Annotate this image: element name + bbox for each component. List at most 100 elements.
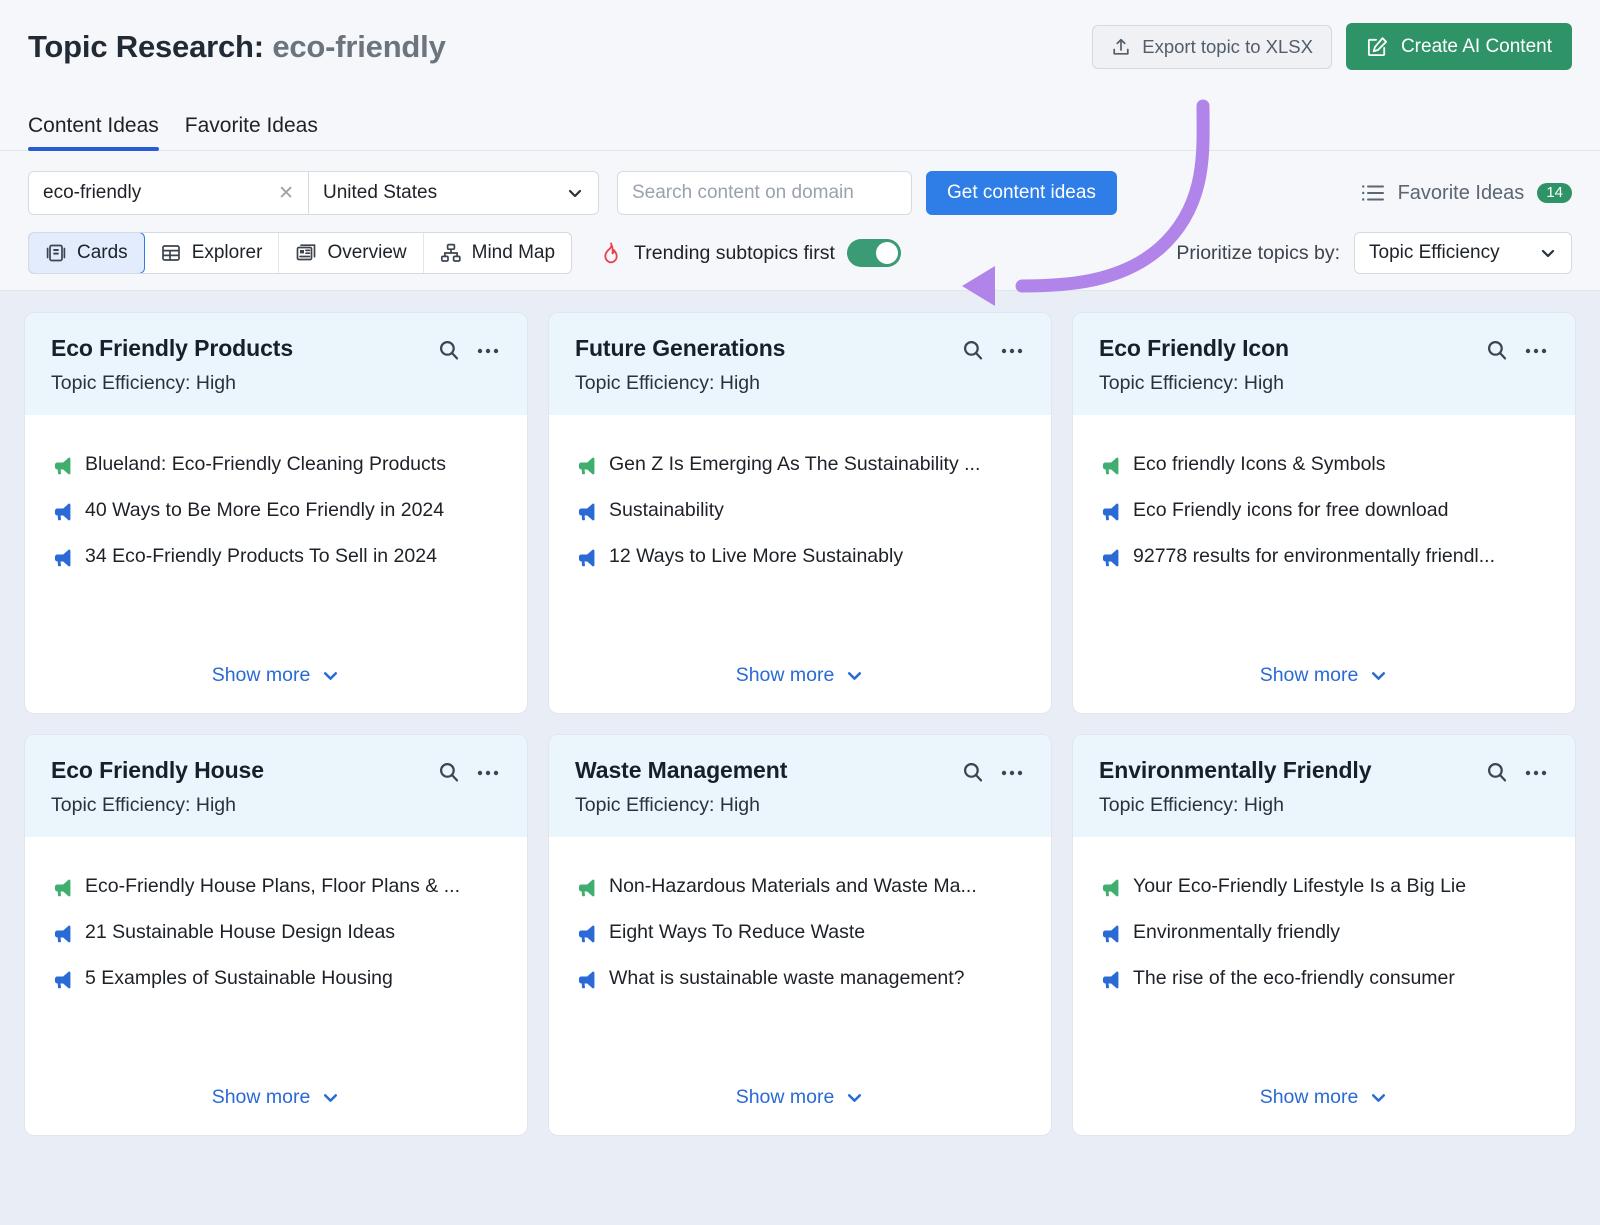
idea-text: Eight Ways To Reduce Waste [609,921,866,943]
chevron-down-icon [566,184,584,202]
topic-efficiency-label: Topic Efficiency: High [1099,794,1284,816]
view-mode-overview[interactable]: Overview [279,233,424,273]
show-more-button[interactable]: Show more [1099,1086,1549,1109]
view-mode-switch: Cards Explorer Overview Mind Map [28,232,573,274]
megaphone-icon [1099,453,1120,476]
search-icon[interactable] [961,338,985,362]
trending-subtopics-toggle[interactable] [846,239,901,267]
tab-content-ideas-label: Content Ideas [28,114,159,137]
show-more-button[interactable]: Show more [51,1086,501,1109]
search-icon[interactable] [1485,760,1509,784]
idea-item[interactable]: 92778 results for environmentally friend… [1099,545,1549,568]
more-options-icon[interactable] [1523,338,1549,362]
idea-text: Eco-Friendly House Plans, Floor Plans & … [85,875,460,897]
show-more-label: Show more [735,664,835,686]
idea-item[interactable]: Environmentally friendly [1099,921,1549,944]
topic-card-title: Eco Friendly Icon [1099,335,1290,361]
content-area: Eco Friendly Products Topic Efficiency: … [0,291,1600,1225]
cards-icon [45,242,67,264]
keyword-input[interactable]: eco-friendly ✕ [29,172,309,214]
idea-item[interactable]: 12 Ways to Live More Sustainably [575,545,1025,568]
idea-item[interactable]: Gen Z Is Emerging As The Sustainability … [575,453,1025,476]
idea-item[interactable]: Eco Friendly icons for free download [1099,499,1549,522]
idea-item[interactable]: 5 Examples of Sustainable Housing [51,967,501,990]
tab-favorite-ideas[interactable]: Favorite Ideas [185,114,318,150]
more-options-icon[interactable] [999,338,1025,362]
topic-card-header: Future Generations Topic Efficiency: Hig… [549,313,1051,415]
megaphone-icon [1099,545,1120,568]
idea-item[interactable]: 21 Sustainable House Design Ideas [51,921,501,944]
tab-content-ideas[interactable]: Content Ideas [28,114,159,151]
create-ai-content-button[interactable]: Create AI Content [1345,23,1572,70]
page-title-prefix: Topic Research: [28,28,264,64]
chevron-down-icon [845,1088,864,1107]
more-options-icon[interactable] [475,760,501,784]
idea-text: 34 Eco-Friendly Products To Sell in 2024 [85,545,437,567]
keyword-country-group: eco-friendly ✕ United States [28,171,599,215]
chevron-down-icon [1539,244,1557,262]
search-icon[interactable] [1485,338,1509,362]
view-mode-mind-map[interactable]: Mind Map [424,233,571,273]
topic-card-header-top: Future Generations [575,335,1025,362]
search-icon[interactable] [437,760,461,784]
show-more-button[interactable]: Show more [1099,664,1549,687]
topic-efficiency-label: Topic Efficiency: High [51,794,236,816]
topic-card-actions [961,335,1025,362]
more-options-icon[interactable] [1523,760,1549,784]
prioritize-select[interactable]: Topic Efficiency [1354,232,1572,274]
clear-icon[interactable]: ✕ [270,182,294,205]
country-select[interactable]: United States [309,172,598,214]
topic-card-header-top: Waste Management [575,757,1025,784]
favorite-ideas-link[interactable]: Favorite Ideas 14 [1361,182,1572,205]
idea-text: Blueland: Eco-Friendly Cleaning Products [85,453,446,475]
topic-card-header-top: Eco Friendly House [51,757,501,784]
get-content-ideas-button[interactable]: Get content ideas [926,171,1117,215]
view-mode-explorer[interactable]: Explorer [144,233,280,273]
domain-search-input[interactable]: Search content on domain [617,171,912,215]
idea-item[interactable]: Sustainability [575,499,1025,522]
show-more-button[interactable]: Show more [51,664,501,687]
idea-item[interactable]: Blueland: Eco-Friendly Cleaning Products [51,453,501,476]
idea-text: Non-Hazardous Materials and Waste Ma... [609,875,977,897]
idea-item[interactable]: What is sustainable waste management? [575,967,1025,990]
page-title: Topic Research: eco-friendly [28,29,446,65]
favorite-ideas-label: Favorite Ideas [1397,181,1525,204]
export-topic-button[interactable]: Export topic to XLSX [1092,24,1332,69]
list-icon [1361,183,1385,203]
idea-text: What is sustainable waste management? [609,967,965,989]
idea-text: Gen Z Is Emerging As The Sustainability … [609,453,981,475]
header-actions: Export topic to XLSX Create AI Content [1092,23,1572,70]
idea-item[interactable]: 40 Ways to Be More Eco Friendly in 2024 [51,499,501,522]
more-options-icon[interactable] [475,338,501,362]
chevron-down-icon [321,1088,340,1107]
idea-item[interactable]: Non-Hazardous Materials and Waste Ma... [575,875,1025,898]
top-header: Topic Research: eco-friendly Export topi… [0,0,1600,93]
more-options-icon[interactable] [999,760,1025,784]
megaphone-icon [51,545,72,568]
idea-item[interactable]: Your Eco-Friendly Lifestyle Is a Big Lie [1099,875,1549,898]
idea-item[interactable]: Eight Ways To Reduce Waste [575,921,1025,944]
megaphone-icon [1099,499,1120,522]
show-more-button[interactable]: Show more [575,664,1025,687]
flame-icon [600,241,622,265]
topic-card-title: Future Generations [575,335,786,361]
idea-item[interactable]: The rise of the eco-friendly consumer [1099,967,1549,990]
search-icon[interactable] [961,760,985,784]
view-mode-explorer-label: Explorer [191,242,263,263]
upload-icon [1111,37,1131,57]
chevron-down-icon [1369,666,1388,685]
toggle-knob [875,242,898,264]
search-icon[interactable] [437,338,461,362]
megaphone-icon [51,921,72,944]
topic-card-body: Your Eco-Friendly Lifestyle Is a Big Lie… [1073,837,1575,1135]
idea-item[interactable]: Eco friendly Icons & Symbols [1099,453,1549,476]
show-more-button[interactable]: Show more [575,1086,1025,1109]
idea-item[interactable]: 34 Eco-Friendly Products To Sell in 2024 [51,545,501,568]
view-mode-cards[interactable]: Cards [29,233,145,273]
idea-item[interactable]: Eco-Friendly House Plans, Floor Plans & … [51,875,501,898]
topic-card: Future Generations Topic Efficiency: Hig… [549,313,1051,713]
megaphone-icon [575,921,596,944]
topic-card: Eco Friendly Products Topic Efficiency: … [25,313,527,713]
topic-card-header-top: Eco Friendly Products [51,335,501,362]
idea-text: 40 Ways to Be More Eco Friendly in 2024 [85,499,445,521]
